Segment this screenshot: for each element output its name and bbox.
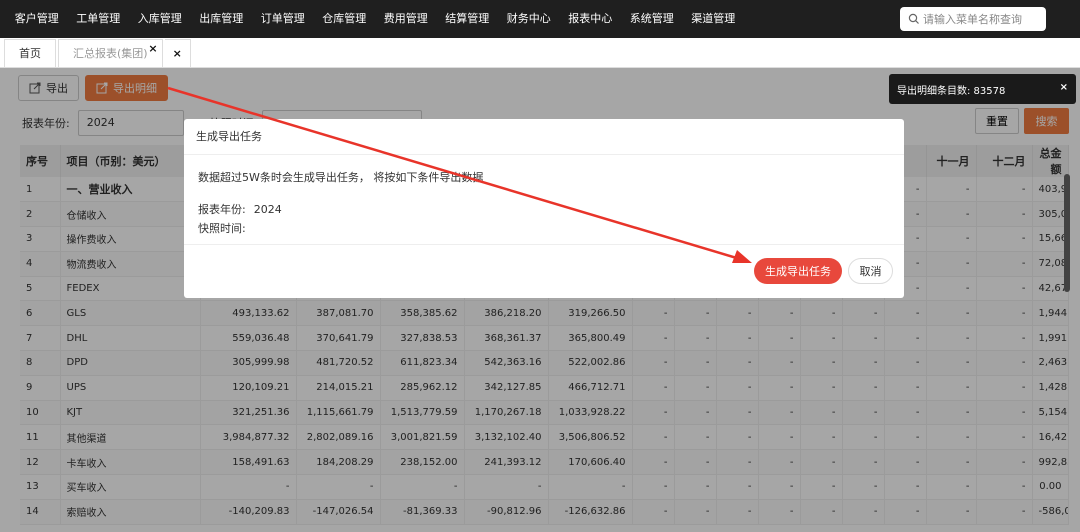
close-all-tabs-icon[interactable]: × xyxy=(164,39,191,67)
dialog-year-value: 2024 xyxy=(253,203,282,216)
nav-menu-item[interactable]: 财务中心 xyxy=(498,0,560,38)
menu-search-box[interactable] xyxy=(900,7,1046,31)
dialog-snapshot-row: 快照时间: xyxy=(198,220,904,236)
cancel-button[interactable]: 取消 xyxy=(848,258,893,284)
dialog-footer: 生成导出任务 取消 xyxy=(184,244,904,298)
nav-menu-item[interactable]: 系统管理 xyxy=(621,0,683,38)
dialog-title: 生成导出任务 xyxy=(184,119,904,155)
export-count-toast: 导出明细条目数: 83578 × xyxy=(889,74,1076,104)
tab-label: 汇总报表(集团) xyxy=(73,47,148,60)
toast-text: 导出明细条目数: 83578 xyxy=(897,85,1006,97)
dialog-snapshot-label: 快照时间: xyxy=(198,222,246,235)
nav-menu-item[interactable]: 费用管理 xyxy=(375,0,437,38)
tab-home[interactable]: 首页 xyxy=(4,39,56,67)
tab-close-icon[interactable]: × xyxy=(148,35,157,63)
nav-menu-item[interactable]: 工单管理 xyxy=(68,0,130,38)
generate-export-task-button[interactable]: 生成导出任务 xyxy=(754,258,842,284)
nav-menu-item[interactable]: 入库管理 xyxy=(129,0,191,38)
tab-summary-report[interactable]: 汇总报表(集团) × xyxy=(58,39,163,67)
nav-menu-item[interactable]: 仓库管理 xyxy=(314,0,376,38)
tab-bar: 首页 汇总报表(集团) × × xyxy=(0,38,1080,68)
dialog-year-label: 报表年份: xyxy=(198,203,246,216)
dialog-year-row: 报表年份: 2024 xyxy=(198,201,904,217)
nav-menu-item[interactable]: 渠道管理 xyxy=(683,0,745,38)
nav-menu-item[interactable]: 结算管理 xyxy=(437,0,499,38)
export-task-dialog: 生成导出任务 数据超过5W条时会生成导出任务， 将按如下条件导出数据 报表年份:… xyxy=(184,119,904,298)
nav-menu-item[interactable]: 出库管理 xyxy=(191,0,253,38)
main-menu: 客户管理 工单管理 入库管理 出库管理 订单管理 仓库管理 费用管理 结算管理 财务中心 报表中心… xyxy=(0,0,744,38)
tab-label: 首页 xyxy=(19,47,41,60)
menu-search-input[interactable] xyxy=(923,12,1041,26)
nav-menu-item[interactable]: 订单管理 xyxy=(252,0,314,38)
nav-menu-item[interactable]: 报表中心 xyxy=(560,0,622,38)
top-nav: 客户管理 工单管理 入库管理 出库管理 订单管理 仓库管理 费用管理 结算管理 财务中心 报表中心… xyxy=(0,0,1080,38)
dialog-body: 数据超过5W条时会生成导出任务， 将按如下条件导出数据 报表年份: 2024 快照… xyxy=(184,155,904,236)
toast-close-icon[interactable]: × xyxy=(1060,82,1068,93)
search-icon xyxy=(908,13,919,24)
nav-menu-item[interactable]: 客户管理 xyxy=(6,0,68,38)
dialog-message: 数据超过5W条时会生成导出任务， 将按如下条件导出数据 xyxy=(198,171,484,184)
